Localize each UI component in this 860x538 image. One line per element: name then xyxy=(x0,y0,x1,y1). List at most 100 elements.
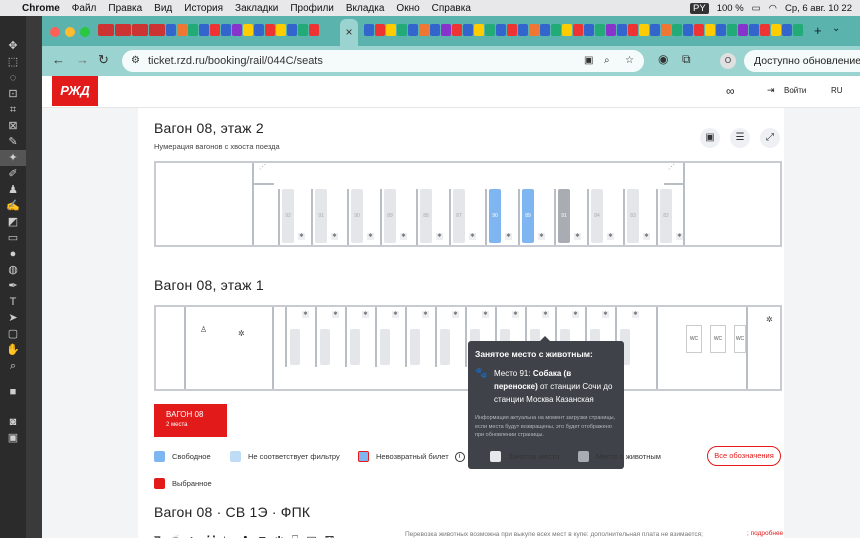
language-indicator[interactable]: PY xyxy=(690,2,709,14)
tab-favicon[interactable] xyxy=(408,24,418,36)
tab-favicon[interactable] xyxy=(562,24,572,36)
menu-edit[interactable]: Правка xyxy=(108,3,142,14)
seat-free[interactable]: 89 xyxy=(522,189,534,243)
tab-favicon[interactable] xyxy=(496,24,506,36)
tab-favicon[interactable] xyxy=(661,24,671,36)
hand-tool-icon[interactable]: ✋ xyxy=(0,342,26,358)
tab-favicon[interactable] xyxy=(529,24,539,36)
zoom-window-icon[interactable] xyxy=(80,27,90,37)
tab-favicon[interactable] xyxy=(309,24,319,36)
tab-favicon[interactable] xyxy=(617,24,627,36)
tab-favicon[interactable] xyxy=(276,24,286,36)
tab-favicon[interactable] xyxy=(540,24,550,36)
tab-favicon[interactable] xyxy=(265,24,275,36)
tab-favicon[interactable] xyxy=(166,24,176,36)
dodge-icon[interactable]: ◍ xyxy=(0,262,26,278)
tab-favicon[interactable] xyxy=(430,24,440,36)
tab-favicon[interactable] xyxy=(463,24,473,36)
glasses-icon[interactable]: ∞ xyxy=(726,84,735,98)
tab-favicon[interactable] xyxy=(672,24,682,36)
url-field[interactable]: ⚙ ticket.rzd.ru/booking/rail/044C/seats … xyxy=(122,50,644,72)
seat-busy[interactable]: 82 xyxy=(660,189,672,243)
tab-favicon[interactable] xyxy=(716,24,726,36)
tab-favicon[interactable] xyxy=(177,24,187,36)
tab-favicon[interactable] xyxy=(771,24,781,36)
tab-favicon[interactable] xyxy=(188,24,198,36)
bookmark-star-icon[interactable]: ☆ xyxy=(625,50,634,72)
tab-favicon[interactable] xyxy=(221,24,231,36)
menu-tab[interactable]: Вкладка xyxy=(346,3,385,14)
profile-avatar[interactable]: O xyxy=(720,53,736,69)
tab-favicon[interactable] xyxy=(397,24,407,36)
tab-favicon[interactable] xyxy=(650,24,660,36)
history-brush-icon[interactable]: ✍ xyxy=(0,198,26,214)
tab-favicon[interactable] xyxy=(386,24,396,36)
color-swatch-icon[interactable]: ■ xyxy=(0,384,26,400)
seat-busy[interactable]: 90 xyxy=(351,189,363,243)
quickmask-icon[interactable]: ◙ xyxy=(0,414,26,430)
tab-favicon[interactable] xyxy=(298,24,308,36)
tab-favicon[interactable] xyxy=(232,24,242,36)
tab-favicon[interactable] xyxy=(584,24,594,36)
tab-favicon[interactable] xyxy=(375,24,385,36)
stamp-icon[interactable]: ♟ xyxy=(0,182,26,198)
seat-busy[interactable] xyxy=(380,329,390,365)
menu-view[interactable]: Вид xyxy=(154,3,172,14)
tab-favicon[interactable] xyxy=(243,24,253,36)
tab-favicon[interactable] xyxy=(606,24,616,36)
back-icon[interactable]: ← xyxy=(52,52,65,67)
eyedropper-icon[interactable]: ✎ xyxy=(0,134,26,150)
tab-favicon[interactable] xyxy=(793,24,803,36)
chrome-update-button[interactable]: Доступно обновление Ch xyxy=(744,50,860,72)
tab-favicon[interactable] xyxy=(683,24,693,36)
tab-favicon[interactable] xyxy=(518,24,528,36)
forward-icon[interactable]: → xyxy=(76,52,89,67)
seat-busy[interactable]: 84 xyxy=(591,189,603,243)
seat-busy[interactable]: 87 xyxy=(453,189,465,243)
menu-history[interactable]: История xyxy=(184,3,223,14)
tab-favicon[interactable] xyxy=(210,24,220,36)
tab-favicon[interactable] xyxy=(573,24,583,36)
more-link[interactable]: ; подробнее xyxy=(747,530,783,537)
seat-busy[interactable] xyxy=(290,329,300,365)
tab-favicon[interactable] xyxy=(639,24,649,36)
tab-favicon[interactable] xyxy=(760,24,770,36)
language-switch[interactable]: RU xyxy=(831,86,843,95)
tab-favicon[interactable] xyxy=(115,24,131,36)
seat-free[interactable]: 90 xyxy=(489,189,501,243)
wifi-icon[interactable]: ◠ xyxy=(769,3,777,14)
move-tool-icon[interactable]: ✥ xyxy=(0,38,26,54)
all-symbols-button[interactable]: Все обозначения xyxy=(707,446,781,466)
object-select-icon[interactable]: ⊡ xyxy=(0,86,26,102)
tab-favicon[interactable] xyxy=(705,24,715,36)
login-icon[interactable]: ⇥ xyxy=(767,85,775,96)
tab-favicon[interactable] xyxy=(132,24,148,36)
seat-busy[interactable]: 83 xyxy=(627,189,639,243)
seat-busy[interactable]: 88 xyxy=(420,189,432,243)
menu-app[interactable]: Chrome xyxy=(22,3,60,14)
active-tab[interactable]: × xyxy=(340,19,358,46)
tab-favicon[interactable] xyxy=(727,24,737,36)
minimize-window-icon[interactable] xyxy=(65,27,75,37)
list-view-icon[interactable]: ☰ xyxy=(730,128,750,148)
tab-favicon[interactable] xyxy=(595,24,605,36)
menu-help[interactable]: Справка xyxy=(432,3,471,14)
seat-pet[interactable]: 91 xyxy=(558,189,570,243)
tab-favicon[interactable] xyxy=(364,24,374,36)
brush-icon[interactable]: ✐ xyxy=(0,166,26,182)
login-link[interactable]: Войти xyxy=(784,86,806,95)
site-info-icon[interactable]: ⚙ xyxy=(131,50,140,72)
install-app-icon[interactable]: ▣ xyxy=(584,50,593,72)
screen-mode-icon[interactable]: ▣ xyxy=(0,430,26,446)
menu-bookmarks[interactable]: Закладки xyxy=(235,3,278,14)
datetime[interactable]: Ср, 6 авг. 10 22 xyxy=(785,3,852,14)
menu-window[interactable]: Окно xyxy=(396,3,419,14)
seat-busy[interactable]: 92 xyxy=(282,189,294,243)
pen-icon[interactable]: ✒ xyxy=(0,278,26,294)
shape-tool-icon[interactable]: ▢ xyxy=(0,326,26,342)
type-tool-icon[interactable]: T xyxy=(0,294,26,310)
info-icon[interactable]: i xyxy=(454,451,465,462)
extensions-icon[interactable]: ⧉ xyxy=(682,52,691,67)
gradient-icon[interactable]: ▭ xyxy=(0,230,26,246)
tab-favicon[interactable] xyxy=(254,24,264,36)
